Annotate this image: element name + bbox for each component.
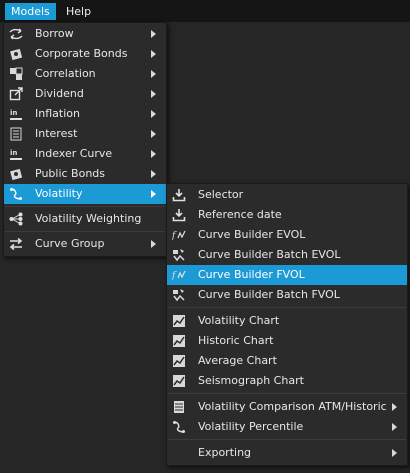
batch-icon	[172, 288, 186, 302]
batch-icon	[172, 248, 186, 262]
volatility-item-curve-builder-batch-fvol[interactable]: Curve Builder Batch FVOL	[167, 285, 407, 305]
models-item-label: Volatility	[35, 187, 83, 200]
menu-separator	[5, 231, 165, 232]
models-item-label: Corporate Bonds	[35, 47, 128, 60]
menu-separator	[168, 439, 406, 440]
table-icon	[172, 400, 186, 414]
inflation-icon: in	[9, 107, 23, 121]
svg-text:in: in	[10, 109, 17, 117]
models-item-label: Borrow	[35, 27, 74, 40]
models-item-label: Indexer Curve	[35, 147, 113, 160]
volatility-item-average-chart[interactable]: Average Chart	[167, 351, 407, 371]
volatility-item-curve-builder-fvol[interactable]: f Curve Builder FVOL	[167, 265, 407, 285]
chart-icon	[172, 334, 186, 348]
models-item-volatility-weighting[interactable]: Volatility Weighting	[4, 209, 166, 229]
volatility-item-volatility-comparison-atm-historic[interactable]: Volatility Comparison ATM/Historic	[167, 397, 407, 417]
menu-separator	[5, 206, 165, 207]
models-item-dividend[interactable]: Dividend	[4, 84, 166, 104]
submenu-arrow-icon	[392, 403, 397, 411]
volatility-item-label: Curve Builder FVOL	[198, 268, 305, 281]
submenu-arrow-icon	[151, 130, 156, 138]
submenu-arrow-icon	[151, 30, 156, 38]
models-item-label: Dividend	[35, 87, 84, 100]
menu-bar: Models Help	[0, 0, 410, 22]
submenu-arrow-icon	[151, 170, 156, 178]
volatility-item-selector[interactable]: Selector	[167, 185, 407, 205]
volatility-item-label: Curve Builder EVOL	[198, 228, 306, 241]
chart-icon	[172, 314, 186, 328]
volatility-item-label: Average Chart	[198, 354, 277, 367]
volatility-item-historic-chart[interactable]: Historic Chart	[167, 331, 407, 351]
curve-group-icon	[9, 237, 23, 251]
models-item-label: Public Bonds	[35, 167, 106, 180]
curve-builder-icon: f	[172, 228, 186, 242]
submenu-arrow-icon	[151, 70, 156, 78]
models-item-volatility[interactable]: Volatility	[4, 184, 166, 204]
public-bonds-icon	[9, 167, 23, 181]
volatility-item-volatility-chart[interactable]: Volatility Chart	[167, 311, 407, 331]
volatility-item-reference-date[interactable]: Reference date	[167, 205, 407, 225]
submenu-arrow-icon	[151, 150, 156, 158]
download-icon	[172, 188, 186, 202]
menu-help[interactable]: Help	[60, 3, 97, 20]
borrow-icon	[9, 27, 23, 41]
volatility-item-label: Volatility Percentile	[198, 420, 304, 433]
models-item-curve-group[interactable]: Curve Group	[4, 234, 166, 254]
models-item-label: Curve Group	[35, 237, 105, 250]
models-item-label: Inflation	[35, 107, 80, 120]
volatility-icon	[9, 187, 23, 201]
submenu-arrow-icon	[151, 190, 156, 198]
interest-icon	[9, 127, 23, 141]
submenu-arrow-icon	[392, 423, 397, 431]
volatility-item-seismograph-chart[interactable]: Seismograph Chart	[167, 371, 407, 391]
submenu-arrow-icon	[392, 449, 397, 457]
indexer-curve-icon: in	[9, 147, 23, 161]
svg-text:f: f	[172, 271, 177, 281]
volatility-item-label: Volatility Comparison ATM/Historic	[198, 400, 387, 413]
volatility-item-label: Exporting	[198, 446, 252, 459]
volatility-item-label: Curve Builder Batch FVOL	[198, 288, 340, 301]
volatility-item-label: Curve Builder Batch EVOL	[198, 248, 341, 261]
dividend-icon	[9, 87, 23, 101]
models-item-correlation[interactable]: Correlation	[4, 64, 166, 84]
volatility-item-label: Historic Chart	[198, 334, 274, 347]
volatility-item-curve-builder-batch-evol[interactable]: Curve Builder Batch EVOL	[167, 245, 407, 265]
menu-separator	[168, 393, 406, 394]
submenu-arrow-icon	[151, 240, 156, 248]
svg-text:in: in	[10, 149, 17, 157]
volatility-item-volatility-percentile[interactable]: Volatility Percentile	[167, 417, 407, 437]
curve-builder-icon: f	[172, 268, 186, 282]
models-item-indexer-curve[interactable]: in Indexer Curve	[4, 144, 166, 164]
volatility-item-exporting[interactable]: Exporting	[167, 443, 407, 463]
submenu-arrow-icon	[151, 50, 156, 58]
submenu-arrow-icon	[151, 110, 156, 118]
chart-icon	[172, 354, 186, 368]
percentile-icon	[172, 420, 186, 434]
models-item-borrow[interactable]: Borrow	[4, 24, 166, 44]
volatility-weighting-icon	[9, 212, 23, 226]
submenu-arrow-icon	[151, 90, 156, 98]
models-item-inflation[interactable]: in Inflation	[4, 104, 166, 124]
volatility-submenu: Selector Reference date f Curve Builder EVO…	[166, 183, 408, 466]
models-item-interest[interactable]: Interest	[4, 124, 166, 144]
models-item-label: Correlation	[35, 67, 96, 80]
menu-separator	[168, 307, 406, 308]
volatility-item-curve-builder-evol[interactable]: f Curve Builder EVOL	[167, 225, 407, 245]
models-menu: Borrow Corporate Bonds Correlation Dividend…	[3, 22, 167, 257]
models-item-public-bonds[interactable]: Public Bonds	[4, 164, 166, 184]
models-item-label: Volatility Weighting	[35, 212, 142, 225]
volatility-item-label: Selector	[198, 188, 244, 201]
correlation-icon	[9, 67, 23, 81]
download-icon	[172, 208, 186, 222]
volatility-item-label: Reference date	[198, 208, 282, 221]
volatility-item-label: Volatility Chart	[198, 314, 280, 327]
chart-icon	[172, 374, 186, 388]
svg-text:f: f	[172, 231, 177, 241]
models-item-corporate-bonds[interactable]: Corporate Bonds	[4, 44, 166, 64]
menu-models[interactable]: Models	[5, 3, 56, 20]
corporate-bonds-icon	[9, 47, 23, 61]
volatility-item-label: Seismograph Chart	[198, 374, 304, 387]
models-item-label: Interest	[35, 127, 78, 140]
